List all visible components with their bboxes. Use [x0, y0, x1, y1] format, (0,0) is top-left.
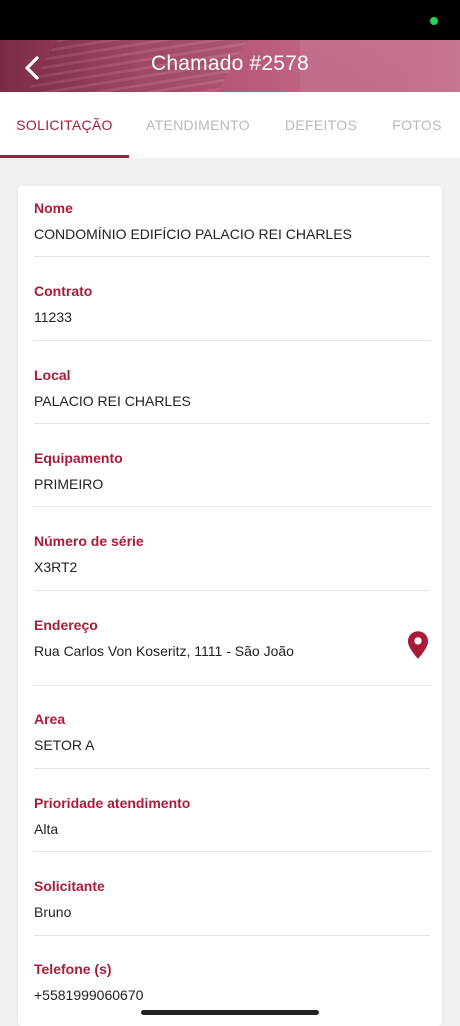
divider: [34, 768, 430, 769]
field-value: CONDOMÍNIO EDIFÍCIO PALACIO REI CHARLES: [34, 226, 352, 242]
field-endereco: Endereço Rua Carlos Von Koseritz, 1111 -…: [34, 617, 430, 659]
tab-solicitacao[interactable]: SOLICITAÇÃO: [0, 92, 129, 158]
tab-bar: SOLICITAÇÃO ATENDIMENTO DEFEITOS FOTOS: [0, 92, 460, 158]
field-value[interactable]: +5581999060670: [34, 987, 430, 1003]
field-value: Bruno: [34, 904, 72, 920]
status-bar: [0, 0, 460, 40]
field-label: Prioridade atendimento: [34, 795, 191, 811]
field-label: Local: [34, 367, 71, 383]
tab-defeitos[interactable]: DEFEITOS: [276, 92, 366, 158]
divider: [34, 340, 430, 341]
field-contrato: Contrato 11233: [34, 283, 430, 325]
divider: [34, 935, 430, 936]
field-prioridade: Prioridade atendimento Alta: [34, 795, 430, 837]
field-value: PRIMEIRO: [34, 476, 104, 492]
field-value: 11233: [34, 309, 72, 325]
divider: [34, 256, 430, 257]
field-solicitante: Solicitante Bruno: [34, 878, 430, 920]
field-label: Contrato: [34, 283, 93, 299]
field-value: Alta: [34, 821, 59, 837]
tab-atendimento[interactable]: ATENDIMENTO: [138, 92, 258, 158]
field-equipamento: Equipamento PRIMEIRO: [34, 450, 430, 492]
request-details-card: Nome CONDOMÍNIO EDIFÍCIO PALACIO REI CHA…: [18, 186, 442, 1026]
field-telefone: Telefone (s) +5581999060670: [34, 961, 430, 1003]
field-value: X3RT2: [34, 559, 78, 575]
page-title: Chamado #2578: [151, 52, 309, 75]
field-local: Local PALACIO REI CHARLES: [34, 367, 430, 409]
active-tab-indicator: [0, 155, 129, 158]
field-value: Rua Carlos Von Koseritz, 1111 - São João: [34, 643, 294, 659]
divider: [34, 851, 430, 852]
divider: [34, 685, 430, 686]
field-numero-serie: Número de série X3RT2: [34, 533, 430, 575]
field-value: SETOR A: [34, 737, 95, 753]
field-label: Equipamento: [34, 450, 123, 466]
divider: [34, 506, 430, 507]
field-label: Nome: [34, 200, 73, 216]
divider: [34, 423, 430, 424]
divider: [34, 590, 430, 591]
field-area: Area SETOR A: [34, 711, 430, 753]
tab-fotos[interactable]: FOTOS: [384, 92, 450, 158]
map-pin-icon[interactable]: [407, 630, 429, 660]
field-label: Solicitante: [34, 878, 105, 894]
app-header: Chamado #2578: [0, 40, 460, 92]
field-value: PALACIO REI CHARLES: [34, 393, 191, 409]
home-indicator[interactable]: [141, 1010, 319, 1015]
field-label: Area: [34, 711, 66, 727]
camera-indicator-dot: [430, 17, 438, 25]
field-nome: Nome CONDOMÍNIO EDIFÍCIO PALACIO REI CHA…: [34, 200, 430, 242]
field-label: Telefone (s): [34, 961, 112, 977]
field-label: Número de série: [34, 533, 144, 549]
field-label: Endereço: [34, 617, 98, 633]
